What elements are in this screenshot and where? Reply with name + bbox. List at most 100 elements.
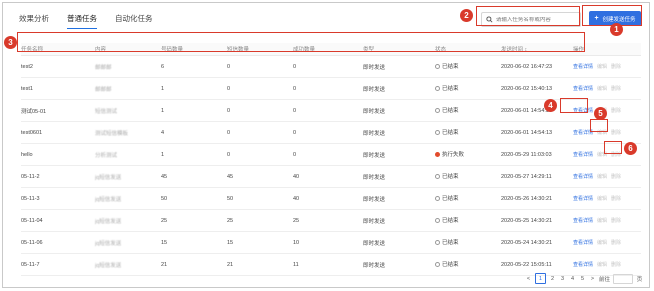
cell-status: 已结束	[435, 128, 501, 137]
view-detail-link[interactable]: 查看详情	[573, 63, 593, 70]
cell-success-count: 0	[293, 151, 297, 158]
cell-type: 即时发送	[363, 108, 386, 115]
cell-content: jq短信发送	[95, 196, 122, 203]
cell-type: 即时发送	[363, 218, 386, 225]
view-detail-link[interactable]: 查看详情	[573, 217, 593, 224]
cell-send-time: 2020-05-26 14:30:21	[501, 195, 553, 202]
edit-link[interactable]: 编辑	[597, 239, 607, 246]
cell-type: 即时发送	[363, 86, 386, 93]
cell-success-count: 0	[293, 63, 297, 70]
cell-success-count: 0	[293, 129, 297, 136]
cell-task-name: test2	[21, 63, 33, 70]
delete-link[interactable]: 删除	[611, 261, 621, 268]
delete-link[interactable]: 删除	[611, 217, 621, 224]
delete-link[interactable]: 删除	[611, 195, 621, 202]
table-row: 05-11-3 jq短信发送 50 50 40 即时发送 已结束 2020-05-26 14:…	[21, 188, 641, 210]
check-circle-icon	[435, 85, 440, 91]
cell-status: 已结束	[435, 172, 501, 181]
cell-success-count: 10	[293, 239, 300, 246]
delete-link[interactable]: 删除	[611, 129, 621, 136]
tab-automation-tasks[interactable]: 自动化任务	[115, 13, 153, 29]
tab-effect-analysis[interactable]: 效果分析	[19, 13, 49, 29]
cell-content: 分析测试	[95, 152, 118, 159]
tab-normal-tasks[interactable]: 普通任务	[67, 13, 97, 29]
page-4[interactable]: 4	[569, 274, 576, 283]
edit-link[interactable]: 编辑	[597, 173, 607, 180]
prev-page-button[interactable]: <	[525, 274, 532, 283]
goto-page-input[interactable]	[613, 273, 634, 284]
annotation-badge-5: 5	[594, 107, 607, 120]
cell-send-time: 2020-05-25 14:30:21	[501, 217, 553, 224]
cell-status: 执行失败	[435, 150, 501, 159]
cell-status: 已结束	[435, 260, 501, 269]
cell-type: 即时发送	[363, 196, 386, 203]
edit-link[interactable]: 编辑	[597, 217, 607, 224]
annotation-badge-2: 2	[460, 9, 473, 22]
cell-number-count: 6	[161, 63, 165, 70]
page-1[interactable]: 1	[535, 273, 546, 284]
cell-sms-count: 0	[227, 129, 231, 136]
view-detail-link[interactable]: 查看详情	[573, 261, 593, 268]
view-detail-link[interactable]: 查看详情	[573, 151, 593, 158]
view-detail-link[interactable]: 查看详情	[573, 85, 593, 92]
cell-type: 即时发送	[363, 240, 386, 247]
cell-task-name: 05-11-06	[21, 239, 43, 246]
cell-success-count: 0	[293, 85, 297, 92]
status-text: 已结束	[442, 196, 459, 203]
cell-content: jq短信发送	[95, 240, 122, 247]
table-row: test2 邮邮邮 6 0 0 即时发送 已结束 2020-06-02 16:47:23 查看详…	[21, 56, 641, 78]
cell-content: jq短信发送	[95, 218, 122, 225]
edit-link[interactable]: 编辑	[597, 195, 607, 202]
cell-type: 即时发送	[363, 64, 386, 71]
delete-link[interactable]: 删除	[611, 85, 621, 92]
status-text: 已结束	[442, 130, 459, 137]
table-row: test1 邮邮邮 1 0 0 即时发送 已结束 2020-06-02 15:40:13 查看详…	[21, 78, 641, 100]
edit-link[interactable]: 编辑	[597, 63, 607, 70]
cell-actions: 查看详情编辑删除	[573, 85, 641, 92]
cell-status: 已结束	[435, 106, 501, 115]
cell-sms-count: 21	[227, 261, 234, 268]
error-icon	[435, 151, 440, 157]
view-detail-link[interactable]: 查看详情	[573, 195, 593, 202]
status-text: 执行失败	[442, 152, 465, 159]
check-circle-icon	[435, 107, 440, 113]
check-circle-icon	[435, 173, 440, 179]
annotation-badge-6: 6	[624, 142, 637, 155]
annotation-box-header	[17, 32, 585, 52]
table-row: hello 分析测试 1 0 0 即时发送 执行失败 2020-05-29 11:03:03 查…	[21, 144, 641, 166]
edit-link[interactable]: 编辑	[597, 261, 607, 268]
cell-success-count: 11	[293, 261, 299, 268]
delete-link[interactable]: 删除	[611, 107, 621, 114]
cell-content: 测试短信模板	[95, 130, 129, 137]
annotation-box-search	[476, 6, 580, 26]
status-text: 已结束	[442, 108, 459, 115]
cell-actions: 查看详情编辑删除	[573, 63, 641, 70]
cell-send-time: 2020-05-29 11:03:03	[501, 151, 552, 158]
status-text: 已结束	[442, 64, 459, 71]
delete-link[interactable]: 删除	[611, 239, 621, 246]
page-2[interactable]: 2	[549, 274, 556, 283]
view-detail-link[interactable]: 查看详情	[573, 173, 593, 180]
view-detail-link[interactable]: 查看详情	[573, 239, 593, 246]
cell-number-count: 50	[161, 195, 168, 202]
delete-link[interactable]: 删除	[611, 63, 621, 70]
annotation-box-edit	[590, 119, 608, 132]
cell-status: 已结束	[435, 62, 501, 71]
cell-success-count: 40	[293, 173, 300, 180]
cell-content: 邮邮邮	[95, 64, 112, 71]
edit-link[interactable]: 编辑	[597, 85, 607, 92]
next-page-button[interactable]: >	[589, 274, 596, 283]
cell-number-count: 1	[161, 107, 165, 114]
cell-number-count: 45	[161, 173, 168, 180]
delete-link[interactable]: 删除	[611, 173, 621, 180]
page-5[interactable]: 5	[579, 274, 586, 283]
page-3[interactable]: 3	[559, 274, 566, 283]
cell-success-count: 0	[293, 107, 297, 114]
cell-task-name: test0601	[21, 129, 43, 136]
annotation-badge-1: 1	[610, 23, 623, 36]
cell-send-time: 2020-05-24 14:30:21	[501, 239, 553, 246]
status-text: 已结束	[442, 174, 459, 181]
annotation-badge-4: 4	[544, 99, 557, 112]
status-text: 已结束	[442, 218, 459, 225]
table-row: test0601 测试短信模板 4 0 0 即时发送 已结束 2020-06-01 14:54…	[21, 122, 641, 144]
